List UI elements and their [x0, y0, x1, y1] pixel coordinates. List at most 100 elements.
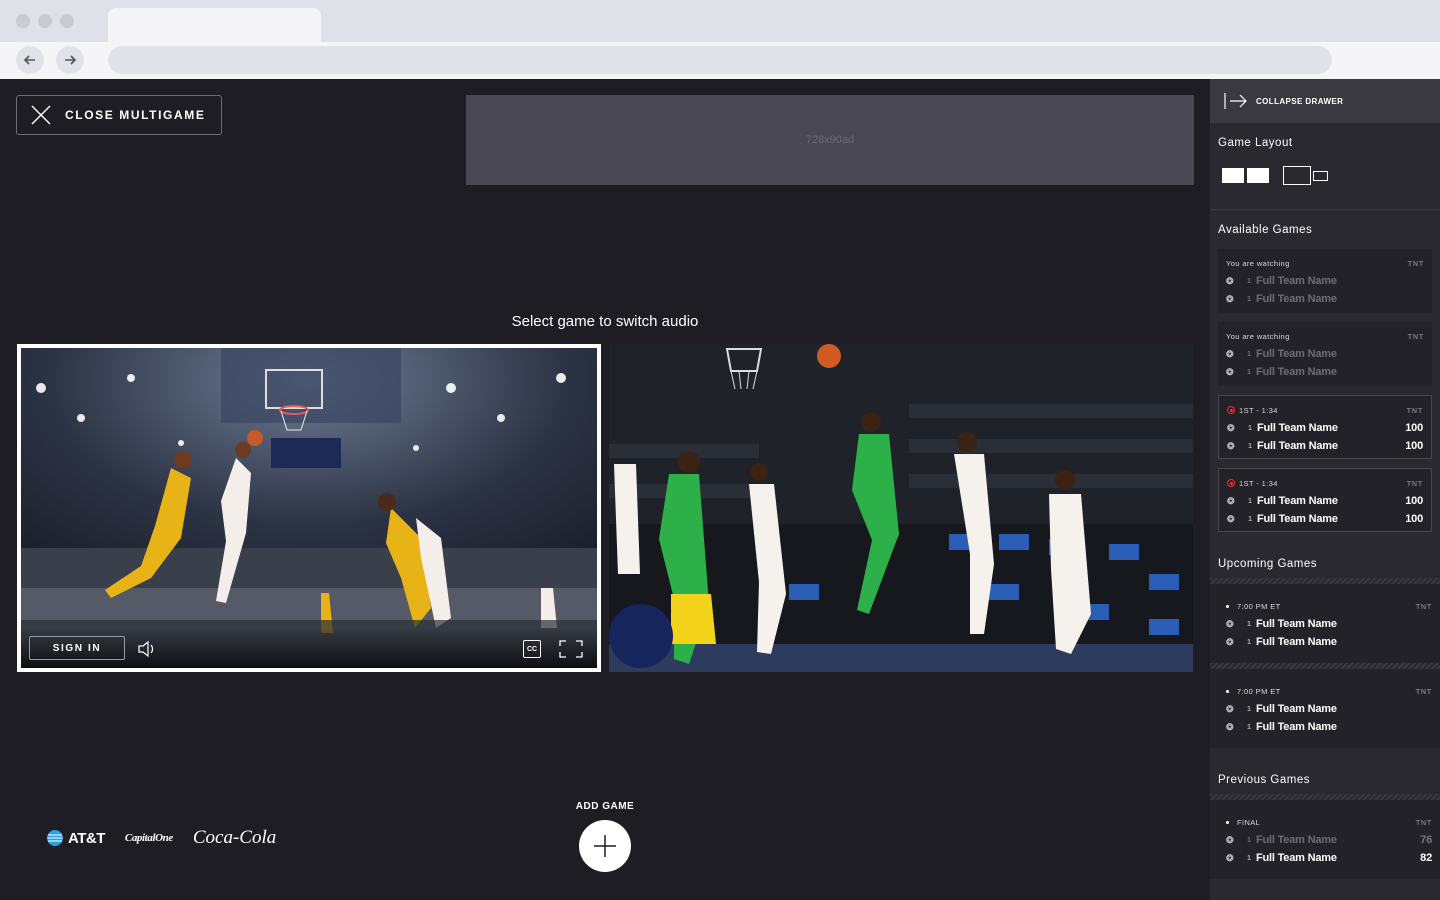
upcoming-game-card[interactable]: 7:00 PM ET TNT ❂ 1 Full Team Name ❂ 1 Full Te… [1210, 669, 1440, 748]
team-seed: 1 [1247, 854, 1251, 862]
att-logo: AT&T [46, 829, 105, 847]
capital-one-logo: CapitalOne [124, 832, 173, 844]
live-icon [1227, 479, 1235, 487]
ad-banner[interactable]: 728x90ad [466, 95, 1194, 185]
collapse-arrow-icon [1224, 93, 1247, 109]
cc-label: CC [526, 645, 538, 653]
game-status: 1ST - 1:34 [1239, 405, 1278, 415]
window-controls [16, 14, 74, 28]
team-seed: 1 [1247, 705, 1251, 713]
maximize-window-dot[interactable] [60, 14, 74, 28]
team-logo-icon: ❂ [1226, 703, 1234, 714]
url-bar[interactable] [108, 46, 1332, 74]
previous-game-card[interactable]: FINAL TNT ❂ 1 Full Team Name 76 ❂ 1 Full Team … [1210, 800, 1440, 879]
minimize-window-dot[interactable] [38, 14, 52, 28]
team-score: 100 [1405, 422, 1423, 434]
sponsor-logos: AT&T CapitalOne Coca-Cola [46, 827, 276, 849]
team-logo-icon: ❂ [1226, 636, 1234, 647]
previous-games-title: Previous Games [1218, 774, 1311, 786]
team-seed: 1 [1247, 295, 1251, 303]
add-game-button[interactable] [579, 820, 631, 872]
team-seed: 1 [1248, 442, 1252, 450]
team-logo-icon: ❂ [1226, 366, 1234, 377]
forward-button[interactable] [56, 46, 84, 74]
browser-toolbar [0, 42, 1440, 79]
game-status: FINAL [1237, 817, 1261, 827]
game-status: 7:00 PM ET [1237, 601, 1281, 611]
upcoming-games-title: Upcoming Games [1218, 558, 1318, 570]
team-logo-icon: ❂ [1226, 293, 1234, 304]
team-name: Full Team Name [1256, 366, 1337, 378]
team-name: Full Team Name [1256, 275, 1337, 287]
layout-main-inset-option[interactable] [1283, 166, 1328, 185]
multigame-main: CLOSE MULTIGAME 728x90ad Select game to … [0, 79, 1210, 900]
closed-captions-button[interactable]: CC [523, 640, 541, 658]
team-seed: 1 [1247, 277, 1251, 285]
team-score: 100 [1405, 513, 1423, 525]
layout-side-by-side-option[interactable] [1222, 168, 1269, 183]
game-status: You are watching [1226, 258, 1290, 268]
volume-icon[interactable] [137, 640, 157, 658]
fullscreen-icon[interactable] [559, 640, 583, 658]
available-games-title: Available Games [1218, 224, 1313, 236]
globe-icon [47, 830, 63, 846]
team-logo-icon: ❂ [1226, 721, 1234, 732]
team-name: Full Team Name [1256, 834, 1337, 846]
team-seed: 1 [1247, 723, 1251, 731]
network-label: TNT [1415, 817, 1432, 827]
network-label: TNT [1406, 405, 1423, 415]
live-game-card[interactable]: 1ST - 1:34 TNT ❂ 1 Full Team Name 100 ❂ 1 Full… [1218, 468, 1432, 532]
network-label: TNT [1415, 686, 1432, 696]
game-video-frame-1 [21, 348, 597, 668]
team-seed: 1 [1248, 515, 1252, 523]
live-icon [1227, 406, 1235, 414]
collapse-drawer-button[interactable]: COLLAPSE DRAWER [1210, 79, 1440, 123]
sign-in-label: SIGN IN [52, 642, 102, 654]
team-name: Full Team Name [1256, 721, 1337, 733]
team-name: Full Team Name [1256, 293, 1337, 305]
video-player-1[interactable]: SIGN IN CC [17, 344, 601, 672]
video-player-2[interactable] [609, 344, 1193, 672]
upcoming-game-card[interactable]: 7:00 PM ET TNT ❂ 1 Full Team Name ❂ 1 Full Te… [1210, 584, 1440, 663]
games-drawer: COLLAPSE DRAWER Game Layout Available Ga… [1210, 79, 1440, 900]
team-seed: 1 [1247, 836, 1251, 844]
live-game-card[interactable]: 1ST - 1:34 TNT ❂ 1 Full Team Name 100 ❂ 1 Full… [1218, 395, 1432, 459]
team-name: Full Team Name [1256, 636, 1337, 648]
game-status: You are watching [1226, 331, 1290, 341]
game-layout-title: Game Layout [1218, 137, 1293, 149]
team-score: 76 [1420, 834, 1432, 846]
network-label: TNT [1407, 258, 1424, 268]
game-status: 7:00 PM ET [1237, 686, 1281, 696]
team-logo-icon: ❂ [1226, 618, 1234, 629]
team-score: 82 [1420, 852, 1432, 864]
game-status: 1ST - 1:34 [1239, 478, 1278, 488]
game-card[interactable]: You are watching TNT ❂ 1 Full Team Name ❂ 1 F… [1218, 322, 1432, 386]
section-divider [1210, 209, 1440, 210]
team-name: Full Team Name [1257, 440, 1338, 452]
bullet-icon [1226, 604, 1229, 608]
team-name: Full Team Name [1256, 852, 1337, 864]
plus-icon [594, 835, 616, 857]
sign-in-button[interactable]: SIGN IN [29, 636, 125, 660]
close-multigame-button[interactable]: CLOSE MULTIGAME [16, 95, 222, 135]
close-window-dot[interactable] [16, 14, 30, 28]
browser-tab[interactable] [108, 8, 321, 42]
game-card[interactable]: You are watching TNT ❂ 1 Full Team Name ❂ 1 F… [1218, 249, 1432, 313]
team-logo-icon: ❂ [1227, 440, 1235, 451]
team-logo-icon: ❂ [1227, 513, 1235, 524]
select-game-hint: Select game to switch audio [511, 313, 699, 330]
browser-chrome [0, 0, 1440, 79]
team-name: Full Team Name [1257, 495, 1338, 507]
close-icon [17, 96, 65, 134]
team-name: Full Team Name [1256, 618, 1337, 630]
bullet-icon [1226, 689, 1229, 693]
team-seed: 1 [1248, 424, 1252, 432]
player-controls: SIGN IN CC [21, 628, 597, 668]
arrow-right-icon [65, 55, 77, 65]
game-video-frame-2 [609, 344, 1193, 672]
add-game-label: ADD GAME [575, 801, 635, 812]
team-logo-icon: ❂ [1227, 422, 1235, 433]
back-button[interactable] [16, 46, 44, 74]
arrow-left-icon [23, 55, 35, 65]
team-logo-icon: ❂ [1226, 348, 1234, 359]
